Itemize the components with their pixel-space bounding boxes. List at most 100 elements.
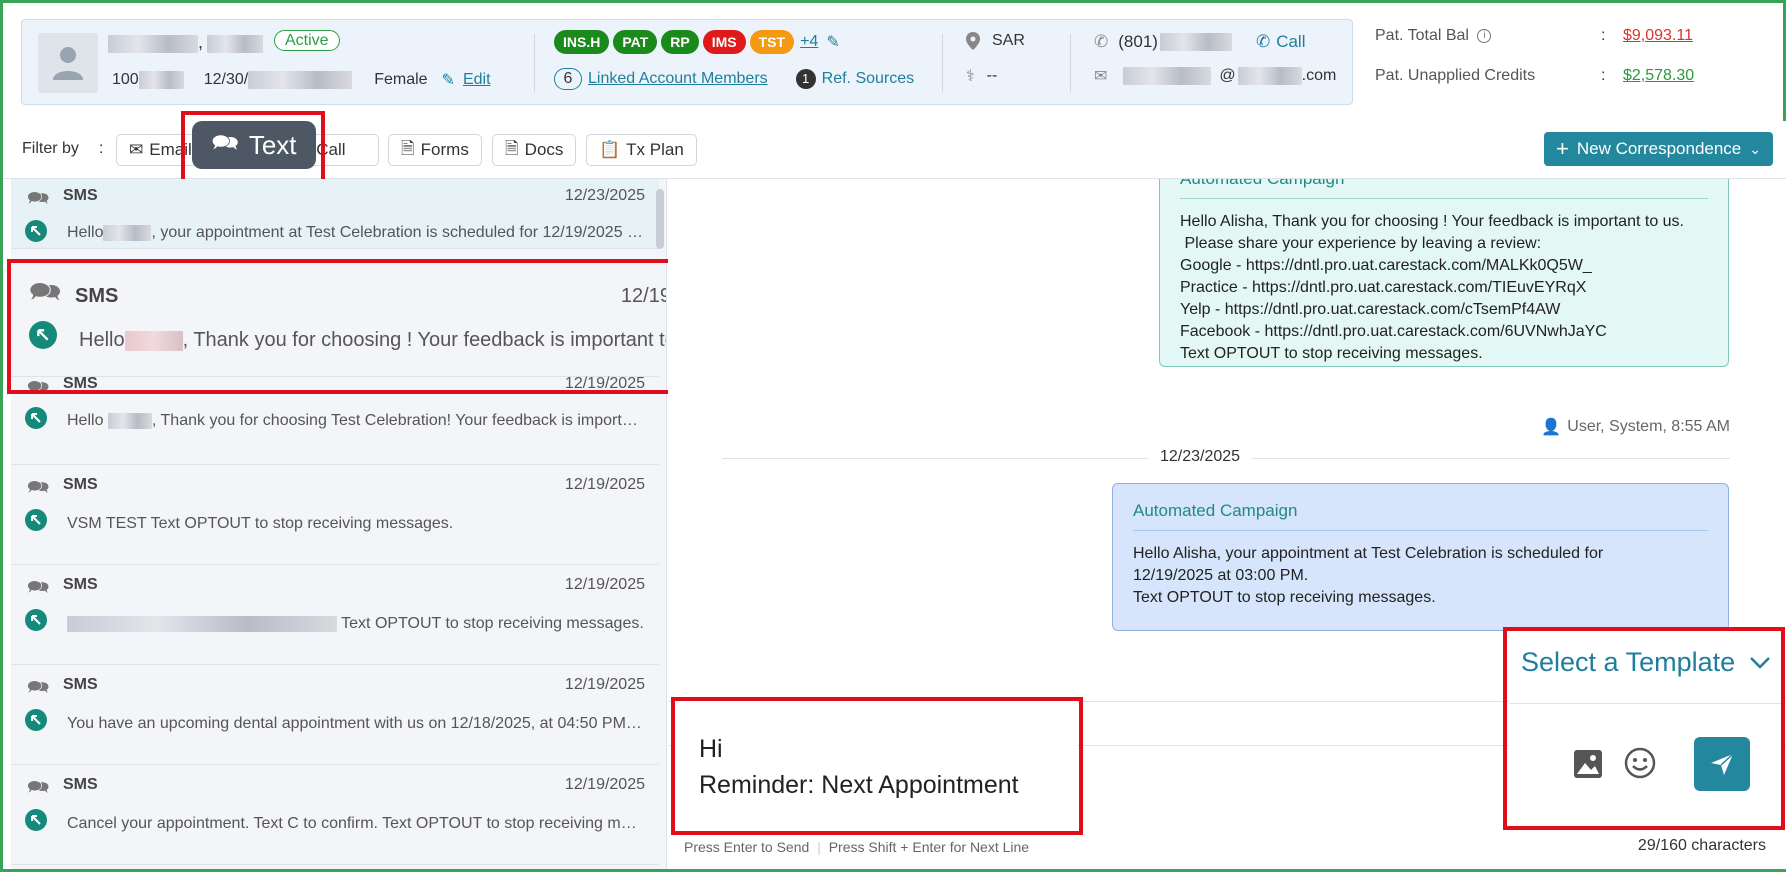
message-preview: , Thank you for choosing ! Your feedback… <box>182 329 666 351</box>
bubble-line: Facebook - https://dntl.pro.uat.carestac… <box>1180 323 1607 340</box>
outgoing-arrow-icon <box>25 809 47 831</box>
bubble-line: Text OPTOUT to stop receiving messages. <box>1133 589 1436 606</box>
email-domain: .com <box>1301 67 1337 84</box>
message-channel: SMS <box>63 187 98 204</box>
edit-tags-icon[interactable]: ✎ <box>826 32 839 52</box>
filter-forms-button[interactable]: 🗎 Forms <box>388 134 482 166</box>
clipboard-icon: 📋 <box>599 140 621 159</box>
message-input-line: Reminder: Next Appointment <box>699 771 1019 799</box>
message-greeting: Hello <box>67 224 104 241</box>
message-bubble: Automated Campaign Hello Alisha, your ap… <box>1112 483 1729 631</box>
tag-ins-h[interactable]: INS.H <box>554 30 610 54</box>
filter-docs-button[interactable]: 🗎 Docs <box>492 134 577 166</box>
tag-pat[interactable]: PAT <box>613 30 658 54</box>
list-item[interactable]: 🗪 SMS 12/19/2025 You have an upcoming de… <box>11 665 659 765</box>
linked-account-members-link[interactable]: Linked Account Members <box>588 70 768 88</box>
list-item[interactable]: 🗪 SMS 12/19/2025 Text OPTOUT to stop rec… <box>11 565 659 665</box>
message-channel: SMS <box>63 676 98 693</box>
filter-call-label: Call <box>316 140 346 159</box>
bubble-line: Text OPTOUT to stop receiving messages. <box>1180 345 1483 362</box>
filter-txplan-button[interactable]: 📋 Tx Plan <box>586 134 697 166</box>
filter-label: Filter by <box>22 140 79 157</box>
message-input-line: Hi <box>699 735 723 763</box>
campaign-label: Automated Campaign <box>1180 179 1708 190</box>
message-preview: You have an upcoming dental appointment … <box>67 715 645 732</box>
message-channel: SMS <box>63 576 98 593</box>
call-link[interactable]: Call <box>1276 32 1305 52</box>
message-channel: SMS <box>63 375 98 392</box>
message-preview: Text OPTOUT to stop receiving messages. <box>341 615 644 632</box>
patient-info-row: 100 12/30/ Female ✎ Edit <box>112 70 491 90</box>
ref-sources-link[interactable]: Ref. Sources <box>822 70 914 88</box>
message-date: 12/19/2025 <box>564 476 645 493</box>
message-greeting: Hello <box>79 329 125 351</box>
total-balance-label: Pat. Total Bal <box>1375 27 1469 44</box>
message-channel: SMS <box>75 285 119 307</box>
patient-tags: INS.H PAT RP IMS TST +4 ✎ <box>554 30 840 54</box>
composer-actions: Select a Template <box>1509 631 1781 827</box>
balance-colon: : <box>1601 27 1606 44</box>
message-preview: Cancel your appointment. Text C to confi… <box>67 815 645 832</box>
call-icon[interactable]: ✆ <box>1256 32 1270 52</box>
new-correspondence-button[interactable]: + New Correspondence ⌄ <box>1543 132 1773 166</box>
bubble-line: Google - https://dntl.pro.uat.carestack.… <box>1180 257 1592 274</box>
send-button[interactable] <box>1694 737 1750 791</box>
total-balance-value[interactable]: $9,093.11 <box>1623 27 1693 45</box>
edit-link[interactable]: Edit <box>463 71 491 89</box>
outgoing-arrow-icon <box>25 609 47 631</box>
template-select[interactable]: Select a Template <box>1521 647 1771 678</box>
filter-bar: Filter by : ✉ Email ✆ Call 🗎 Forms 🗎 Doc… <box>3 121 1786 179</box>
more-tags-link[interactable]: +4 <box>800 33 818 51</box>
emoji-icon[interactable] <box>1624 747 1656 784</box>
linked-count-badge: 6 <box>554 68 582 90</box>
mail-icon: ✉ <box>1094 68 1108 85</box>
filter-forms-label: Forms <box>420 140 469 159</box>
edit-icon[interactable]: ✎ <box>442 70 455 90</box>
hint-shift-enter: Press Shift + Enter for Next Line <box>828 839 1030 855</box>
tag-rp[interactable]: RP <box>661 30 699 54</box>
phone-icon: ✆ <box>1094 32 1109 51</box>
message-input[interactable]: Hi Reminder: Next Appointment <box>675 701 1077 827</box>
info-icon[interactable]: i <box>1477 28 1492 43</box>
mail-icon: ✉ <box>129 140 144 159</box>
list-item[interactable]: 🗪 SMS 12/19/2025 Hello , Thank you for ch… <box>11 249 666 377</box>
document-icon: 🗎 <box>401 138 415 158</box>
outgoing-arrow-icon <box>29 321 57 349</box>
hint-enter: Press Enter to Send <box>684 839 810 855</box>
filter-text-label: Text <box>248 129 297 160</box>
tag-ims[interactable]: IMS <box>702 30 746 54</box>
patient-header: , Active 100 12/30/ Female ✎ Edit INS.H … <box>21 19 1353 105</box>
list-item[interactable]: 🗪 SMS 12/19/2025 VSM TEST Text OPTOUT to… <box>11 465 659 565</box>
image-icon[interactable] <box>1573 749 1603 784</box>
location-row: SAR <box>966 32 1025 50</box>
message-bubble: Automated Campaign Hello Alisha, Thank y… <box>1159 179 1729 367</box>
date-divider: 12/23/2025 <box>1148 448 1253 466</box>
phone-number: (801) <box>1118 32 1158 51</box>
list-item[interactable]: 🗪 SMS 12/23/2025 Hello , your appointment… <box>11 179 659 249</box>
message-date: 12/19/2025 <box>564 676 645 693</box>
scrollbar-thumb[interactable] <box>656 189 664 249</box>
avatar <box>38 33 98 93</box>
balance-colon: : <box>1601 67 1606 84</box>
tag-tst[interactable]: TST <box>749 30 795 54</box>
message-list: 🗪 SMS 12/23/2025 Hello , your appointment… <box>11 179 667 869</box>
unapplied-credits-value[interactable]: $2,578.30 <box>1623 67 1694 85</box>
user-icon: 👤 <box>1541 419 1562 436</box>
sender-meta: 👤 User, System, 8:55 AM <box>1541 417 1730 437</box>
list-item[interactable]: 🗪 SMS 12/19/2025 Cancel your appointment… <box>11 765 659 865</box>
filter-email-label: Email <box>149 140 192 159</box>
bubble-line: Practice - https://dntl.pro.uat.carestac… <box>1180 279 1587 296</box>
chat-bubble-icon: 🗪 <box>27 477 50 497</box>
filter-colon: : <box>99 140 104 157</box>
message-date: 12/19/2025 <box>564 375 645 392</box>
chat-bubble-icon: 🗪 <box>27 777 50 797</box>
filter-text-button[interactable]: 🗪 Text <box>192 121 316 169</box>
message-greeting: Hello <box>67 412 104 429</box>
linked-accounts: 6 Linked Account Members 1 Ref. Sources <box>554 68 914 90</box>
list-item[interactable]: 🗪 SMS 12/19/2025 Hello , Thank you for c… <box>11 375 659 465</box>
filter-docs-label: Docs <box>524 140 564 159</box>
patient-dob: 12/30/ <box>203 71 249 88</box>
stethoscope-icon: ⚕ <box>966 68 975 85</box>
chat-bubble-icon: 🗪 <box>211 130 239 155</box>
message-date: 12/19/2025 <box>620 285 667 307</box>
